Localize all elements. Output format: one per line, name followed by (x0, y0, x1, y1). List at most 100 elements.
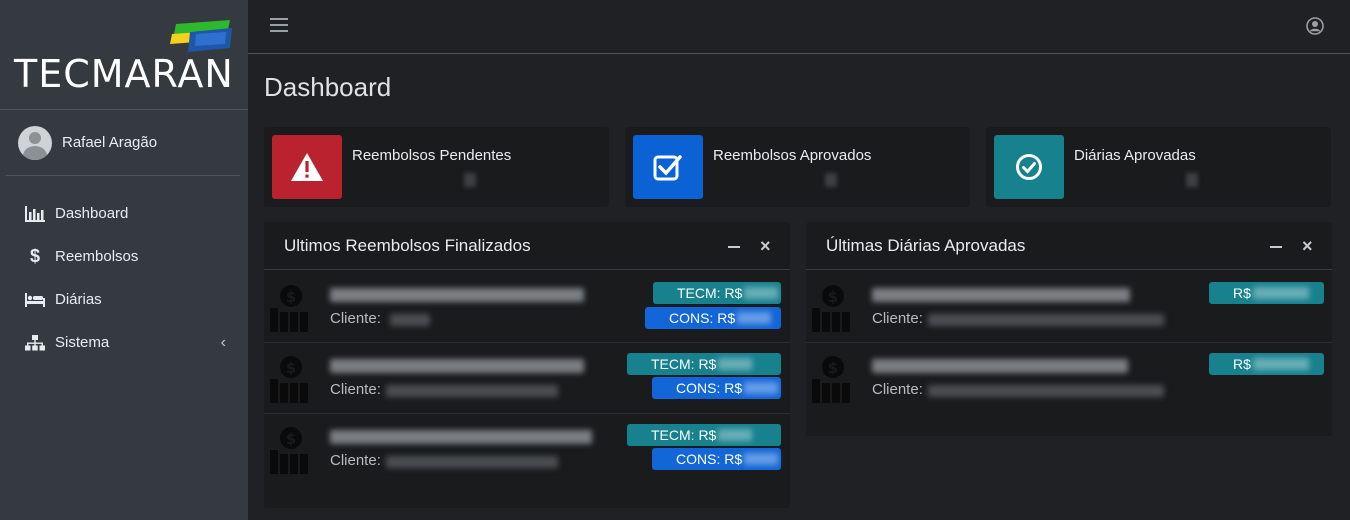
info-icon-container (633, 135, 703, 199)
list-item[interactable]: $ Cliente: TECM: R$ CONS: R$ (264, 414, 790, 485)
info-box-diarias-aprovadas[interactable]: Diárias Aprovadas (986, 127, 1331, 207)
sidebar-item-label: Sistema (55, 334, 110, 351)
info-box-reembolsos-aprovados[interactable]: Reembolsos Aprovados (625, 127, 970, 207)
minimize-icon[interactable] (728, 246, 740, 248)
badge-value-redacted (718, 358, 753, 370)
svg-text:$: $ (286, 430, 296, 448)
client-value-redacted (386, 385, 558, 397)
sidebar-nav: Dashboard $ Reembolsos Diárias Sistema ‹ (0, 192, 248, 364)
cons-value-badge: CONS: R$ (645, 307, 781, 329)
list-item[interactable]: $ Cliente: TECM: R$ CONS: R$ (264, 272, 790, 343)
brand-name: TECMARAN (14, 52, 234, 96)
diaria-value-badge: R$ (1209, 282, 1324, 304)
check-square-icon (653, 155, 682, 181)
diaria-value-badge: R$ (1209, 353, 1324, 375)
badge-label: R$ (1233, 356, 1251, 372)
client-value-redacted (390, 314, 430, 326)
list-item[interactable]: $ Cliente: R$ (806, 272, 1332, 343)
info-icon-container (994, 135, 1064, 199)
sitemap-icon (24, 334, 46, 352)
sidebar-item-label: Reembolsos (55, 248, 139, 265)
sidebar-item-label: Dashboard (55, 205, 129, 222)
row-title-redacted (330, 430, 592, 444)
badge-label: TECM: R$ (677, 285, 743, 301)
check-circle-icon (1016, 154, 1042, 180)
hamburger-menu-icon[interactable] (270, 18, 288, 34)
close-icon[interactable]: × (760, 236, 771, 257)
badge-value-redacted (1252, 287, 1309, 299)
badge-label: CONS: R$ (676, 380, 743, 396)
sidebar-item-reembolsos[interactable]: $ Reembolsos (0, 235, 248, 278)
row-title-redacted (872, 288, 1130, 302)
badge-value-redacted (718, 429, 753, 441)
client-label: Cliente: (330, 310, 381, 327)
card-title: Ultimos Reembolsos Finalizados (284, 236, 531, 255)
client-value-redacted (928, 314, 1164, 326)
user-account-icon[interactable] (1306, 17, 1324, 35)
dollar-icon: $ (29, 246, 40, 266)
user-name: Rafael Aragão (62, 134, 158, 151)
info-box-reembolsos-pendentes[interactable]: Reembolsos Pendentes (264, 127, 609, 207)
badge-value-redacted (744, 382, 779, 394)
svg-text:$: $ (286, 359, 296, 377)
close-icon[interactable]: × (1302, 236, 1313, 257)
sidebar-item-sistema[interactable]: Sistema ‹ (0, 321, 248, 364)
info-icon-container (272, 135, 342, 199)
tecm-value-badge: TECM: R$ (627, 424, 781, 446)
cons-value-badge: CONS: R$ (652, 377, 781, 399)
warning-icon (291, 153, 323, 181)
client-label: Cliente: (330, 452, 381, 469)
money-user-icon: $ (812, 356, 850, 403)
badge-value-redacted (744, 287, 779, 299)
client-value-redacted (928, 385, 1164, 397)
topbar (248, 0, 1350, 54)
brand-logo[interactable]: TECMARAN (0, 0, 248, 110)
money-user-icon: $ (270, 285, 308, 332)
badge-label: CONS: R$ (676, 451, 743, 467)
bar-chart-icon (24, 205, 46, 223)
logo-flag-icon (170, 20, 232, 52)
tecm-value-badge: TECM: R$ (653, 282, 781, 304)
bed-icon (24, 291, 46, 309)
badge-value-redacted (737, 312, 772, 324)
badge-label: CONS: R$ (669, 310, 736, 326)
svg-text:$: $ (286, 288, 296, 306)
sidebar-item-label: Diárias (55, 291, 102, 308)
badge-label: TECM: R$ (651, 427, 717, 443)
card-title: Últimas Diárias Aprovadas (826, 236, 1026, 255)
money-user-icon: $ (270, 356, 308, 403)
user-panel[interactable]: Rafael Aragão (6, 110, 240, 176)
info-box-label: Reembolsos Pendentes (352, 147, 512, 164)
row-title-redacted (330, 359, 584, 373)
sidebar-item-diarias[interactable]: Diárias (0, 278, 248, 321)
row-title-redacted (330, 288, 584, 302)
badge-label: TECM: R$ (651, 356, 717, 372)
sidebar-item-dashboard[interactable]: Dashboard (0, 192, 248, 235)
svg-text:$: $ (828, 359, 838, 377)
svg-text:$: $ (828, 288, 838, 306)
card-ultimos-reembolsos: Ultimos Reembolsos Finalizados × $ Clien… (264, 222, 790, 508)
list-item[interactable]: $ Cliente: TECM: R$ CONS: R$ (264, 343, 790, 414)
money-user-icon: $ (270, 427, 308, 474)
info-box-count-redacted (825, 173, 837, 187)
info-box-label: Diárias Aprovadas (1074, 147, 1196, 164)
info-box-label: Reembolsos Aprovados (713, 147, 872, 164)
badge-value-redacted (744, 453, 779, 465)
avatar (18, 125, 52, 160)
info-box-count-redacted (464, 173, 476, 187)
row-title-redacted (872, 359, 1128, 373)
client-label: Cliente: (330, 381, 381, 398)
chevron-left-icon: ‹ (220, 334, 226, 351)
card-header: Ultimos Reembolsos Finalizados × (264, 222, 790, 270)
client-label: Cliente: (872, 381, 923, 398)
money-user-icon: $ (812, 285, 850, 332)
list-item[interactable]: $ Cliente: R$ (806, 343, 1332, 414)
client-value-redacted (386, 456, 558, 468)
card-header: Últimas Diárias Aprovadas × (806, 222, 1332, 270)
badge-value-redacted (1252, 358, 1309, 370)
tecm-value-badge: TECM: R$ (627, 353, 781, 375)
card-ultimas-diarias: Últimas Diárias Aprovadas × $ Cliente: R… (806, 222, 1332, 436)
page-title: Dashboard (264, 72, 392, 102)
minimize-icon[interactable] (1270, 246, 1282, 248)
info-box-count-redacted (1186, 173, 1198, 187)
